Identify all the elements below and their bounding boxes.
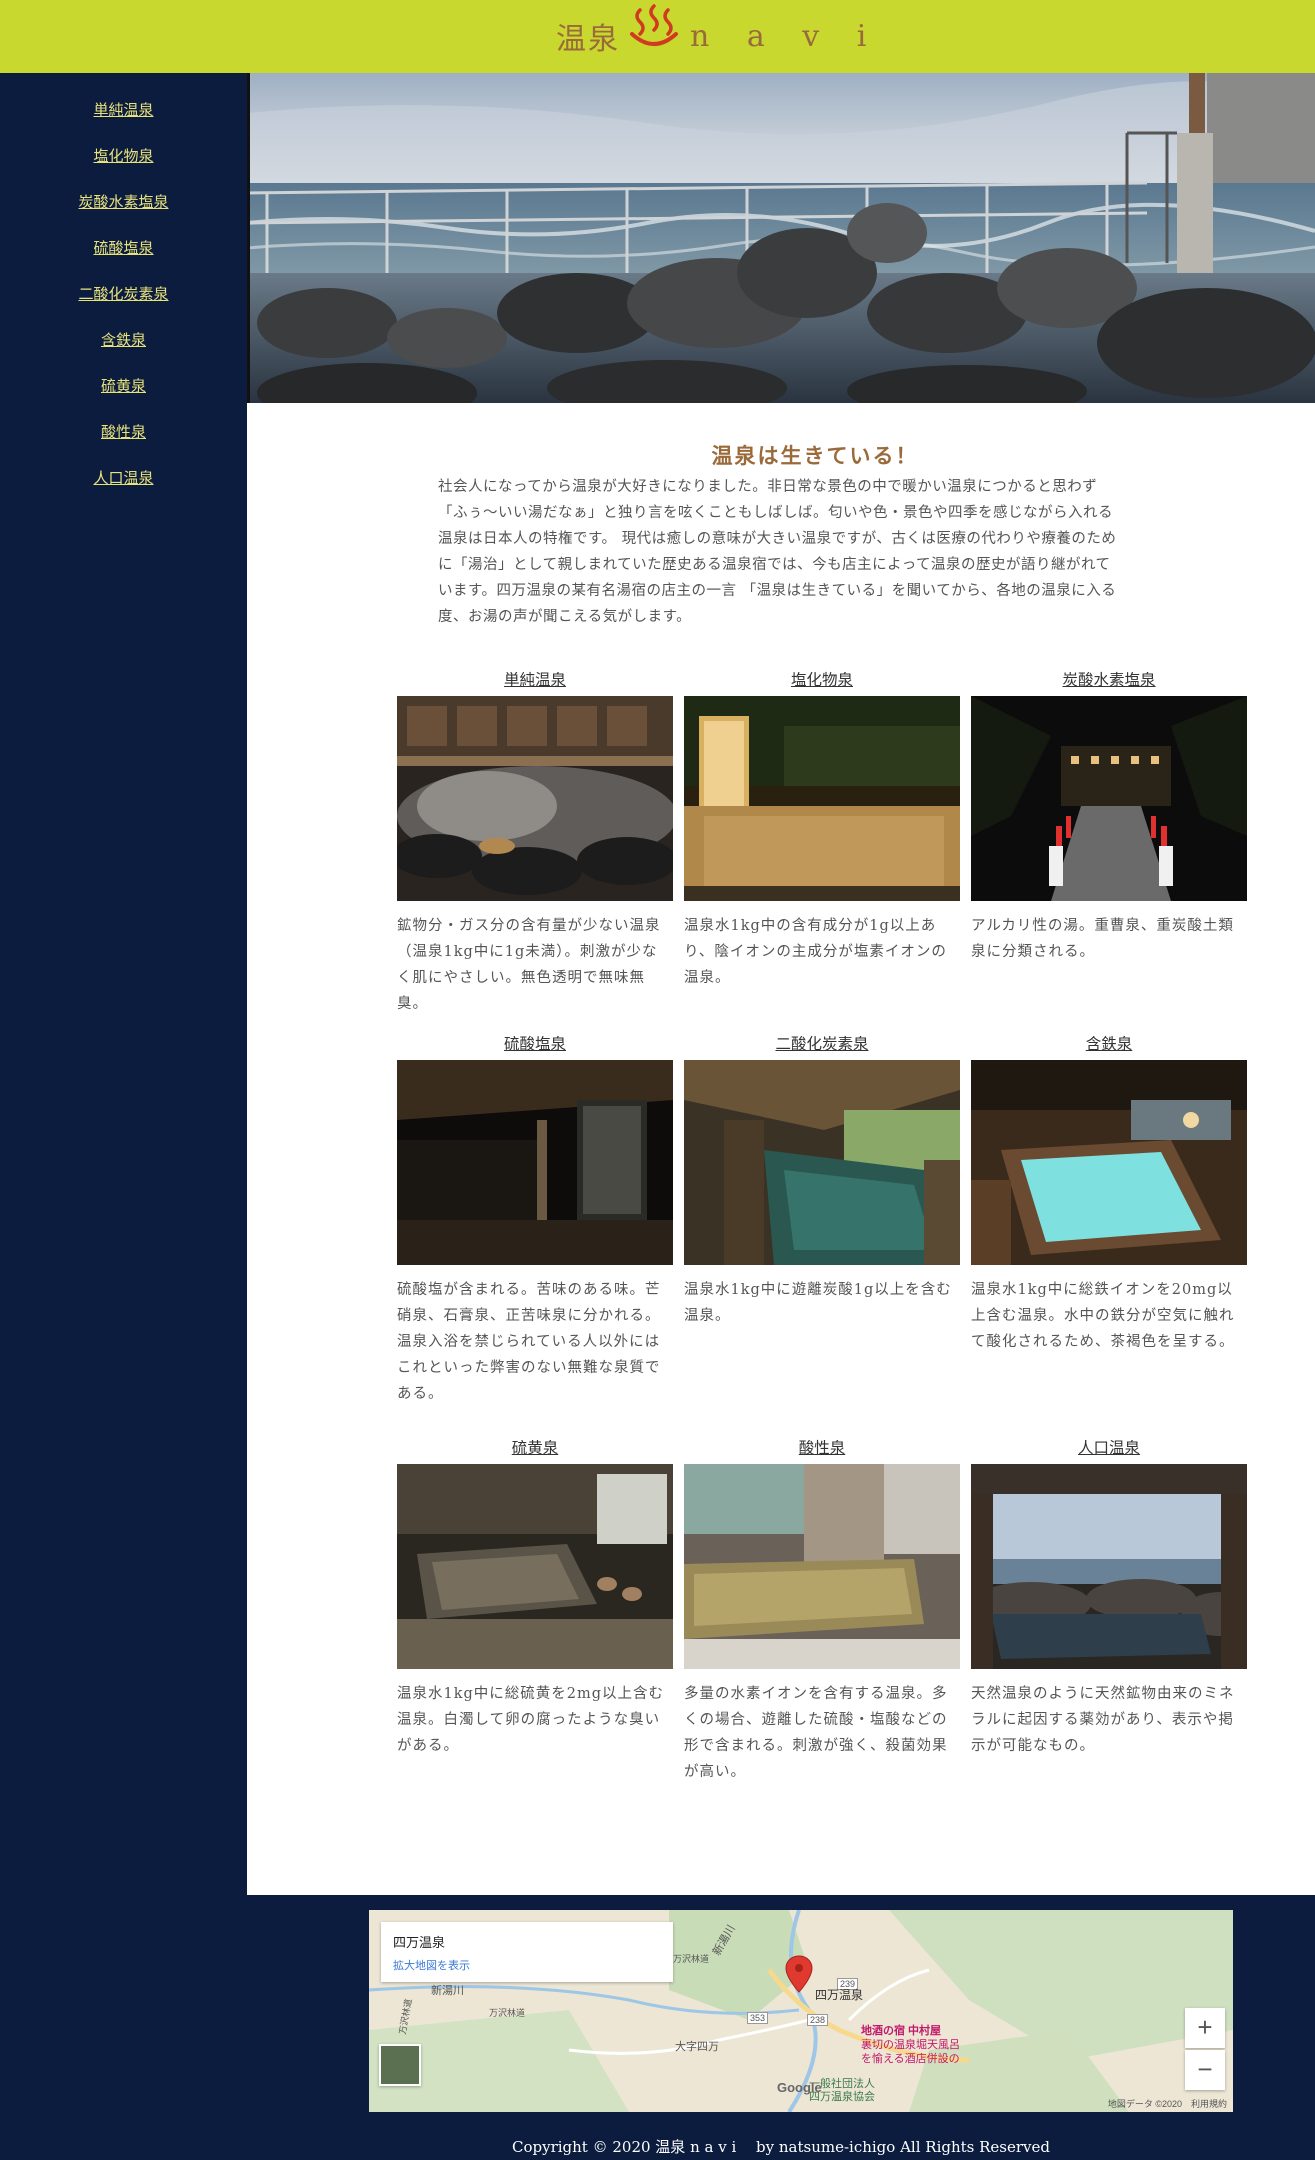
blue-lit-wooden-tub-photo[interactable] <box>971 1060 1247 1265</box>
sidebar-link[interactable]: 炭酸水素塩泉 <box>78 193 168 211</box>
spring-title-link[interactable]: 硫酸塩泉 <box>397 1032 673 1056</box>
spring-description: 硫酸塩が含まれる。苦味のある味。芒硝泉、石膏泉、正苦味泉に分かれる。温泉入浴を禁… <box>397 1282 661 1402</box>
spring-title-link[interactable]: 二酸化炭素泉 <box>684 1032 960 1056</box>
spring-title-link[interactable]: 人口温泉 <box>971 1436 1247 1460</box>
site-header: 温泉 n a v i <box>0 0 1315 73</box>
sidebar-link[interactable]: 単純温泉 <box>93 101 153 119</box>
site-logo[interactable]: 温泉 n a v i <box>556 4 881 66</box>
sidebar-link[interactable]: 人口温泉 <box>93 469 153 487</box>
sidebar-item-nisanka: 二酸化炭素泉 <box>0 283 247 329</box>
poi-name: 地酒の宿 中村屋 <box>861 2025 942 2037</box>
wooden-roof-outdoor-bath-photo[interactable] <box>684 1060 960 1265</box>
sidebar-item-ryusanen: 硫酸塩泉 <box>0 237 247 283</box>
spring-card: 炭酸水素塩泉 アルカリ性の湯。重曹泉、重炭酸土類泉に分類される。 <box>971 668 1247 965</box>
sidebar-item-tansansuiso: 炭酸水素塩泉 <box>0 191 247 237</box>
zoom-out-button[interactable]: − <box>1185 2050 1225 2090</box>
sidebar-link[interactable]: 硫酸塩泉 <box>93 239 153 257</box>
stone-indoor-bath-photo[interactable] <box>397 1464 673 1669</box>
map-pin-label: 四万温泉 <box>815 1988 864 2002</box>
seaside-rock-bath-photo <box>247 73 1315 403</box>
spring-description: 温泉水1kg中に総硫黄を2mg以上含む温泉。白濁して卵の腐ったような臭いがある。 <box>397 1686 665 1754</box>
map-place-name: 四万温泉 <box>393 1935 446 1950</box>
spring-description: 温泉水1kg中に総鉄イオンを20mg以上含む温泉。水中の鉄分が空気に触れて酸化さ… <box>971 1282 1235 1350</box>
google-logo: Google <box>777 2080 822 2095</box>
spring-title-link[interactable]: 炭酸水素塩泉 <box>971 668 1247 692</box>
tiled-indoor-bath-photo[interactable] <box>684 1464 960 1669</box>
sidebar-item-jinko: 人口温泉 <box>0 467 247 513</box>
intro-title: 温泉は生きている！ <box>711 443 919 468</box>
route-marker: 353 <box>747 2012 769 2024</box>
dark-wooden-bath-photo[interactable] <box>397 1060 673 1265</box>
district-label: 大字四万 <box>675 2041 719 2053</box>
sidebar-item-io: 硫黄泉 <box>0 375 247 421</box>
spring-card: 二酸化炭素泉 温泉水1kg中に遊離炭酸1g以上を含む温泉。 <box>684 1032 960 1329</box>
road-label: 万沢林道 <box>489 2008 526 2018</box>
spring-description: 多量の水素イオンを含有する温泉。多くの場合、遊離した硫酸・塩酸などの形で含まれる… <box>684 1686 948 1780</box>
hero-photo <box>247 73 1315 403</box>
enlarge-map-link[interactable]: 拡大地図を表示 <box>393 1957 470 1973</box>
spring-description: 温泉水1kg中の含有成分が1g以上あり、陰イオンの主成分が塩素イオンの温泉。 <box>684 918 947 986</box>
spring-card: 人口温泉 天然温泉のように天然鉱物由来のミネラルに起因する薬効があり、表示や掲示… <box>971 1436 1247 1759</box>
spring-description: アルカリ性の湯。重曹泉、重炭酸土類泉に分類される。 <box>971 918 1234 960</box>
spring-card: 塩化物泉 温泉水1kg中の含有成分が1g以上あり、陰イオンの主成分が塩素イオンの… <box>684 668 960 991</box>
route-marker: 238 <box>807 2014 829 2026</box>
spring-title-link[interactable]: 硫黄泉 <box>397 1436 673 1460</box>
poi-line: 裏切の温泉堀天風呂 <box>861 2039 960 2051</box>
sidebar-link[interactable]: 酸性泉 <box>101 423 146 441</box>
poi-line: を愉える酒店併設の <box>861 2053 960 2065</box>
sidebar-link[interactable]: 塩化物泉 <box>93 147 153 165</box>
spring-title-link[interactable]: 単純温泉 <box>397 668 673 692</box>
satellite-toggle-button[interactable] <box>379 2044 421 2086</box>
sidebar-extension <box>0 1895 247 2160</box>
spring-description: 鉱物分・ガス分の含有量が少ない温泉（温泉1kg中に1g未満）。刺激が少なく肌にや… <box>397 918 661 1012</box>
copyright-footer: Copyright © 2020 温泉 n a v i by natsume-i… <box>511 2138 1050 2156</box>
onsen-icon <box>630 4 678 46</box>
spring-card: 含鉄泉 温泉水1kg中に総鉄イオンを20mg以上含む温泉。水中の鉄分が空気に触れ… <box>971 1032 1247 1355</box>
sidebar-nav: 単純温泉 塩化物泉 炭酸水素塩泉 硫酸塩泉 二酸化炭素泉 含鉄泉 硫黄泉 酸性泉… <box>0 73 247 2160</box>
night-lantern-bridge-photo[interactable] <box>971 696 1247 901</box>
sidebar-item-gantetsu: 含鉄泉 <box>0 329 247 375</box>
ocean-view-rock-bath-photo[interactable] <box>971 1464 1247 1669</box>
misty-indoor-bath-photo[interactable] <box>397 696 673 901</box>
sidebar-item-sansei: 酸性泉 <box>0 421 247 467</box>
sidebar-link[interactable]: 硫黄泉 <box>101 377 146 395</box>
sidebar-item-tanjun: 単純温泉 <box>0 99 247 145</box>
google-map[interactable]: 四万温泉 拡大地図を表示 新湯川 新湯川 万沢林道 万沢林道 万沢林道 大字四万… <box>369 1910 1233 2112</box>
spring-title-link[interactable]: 含鉄泉 <box>971 1032 1247 1056</box>
spring-title-link[interactable]: 酸性泉 <box>684 1436 960 1460</box>
road-label: 万沢林道 <box>673 1954 710 1964</box>
map-info-card: 四万温泉 拡大地図を表示 <box>381 1922 673 1982</box>
logo-text: 温泉 <box>556 22 620 57</box>
spring-description: 温泉水1kg中に遊離炭酸1g以上を含む温泉。 <box>684 1282 952 1324</box>
logo-text-navi: n a v i <box>690 18 881 54</box>
map-attribution[interactable]: 地図データ ©2020 利用規約 <box>1108 2097 1227 2110</box>
map-poi-label[interactable]: 地酒の宿 中村屋 裏切の温泉堀天風呂 を愉える酒店併設の <box>861 2024 960 2066</box>
spring-title-link[interactable]: 塩化物泉 <box>684 668 960 692</box>
intro-text: 社会人になってから温泉が大好きになりました。非日常な景色の中で暖かい温泉につかる… <box>438 479 1117 625</box>
night-lit-outdoor-bath-photo[interactable] <box>684 696 960 901</box>
zoom-in-button[interactable]: + <box>1185 2008 1225 2048</box>
spring-description: 天然温泉のように天然鉱物由来のミネラルに起因する薬効があり、表示や掲示が可能なも… <box>971 1686 1235 1754</box>
river-label: 新湯川 <box>431 1985 464 1997</box>
spring-card: 硫黄泉 温泉水1kg中に総硫黄を2mg以上含む温泉。白濁して卵の腐ったような臭い… <box>397 1436 673 1759</box>
sidebar-link[interactable]: 含鉄泉 <box>101 331 146 349</box>
spring-card: 酸性泉 多量の水素イオンを含有する温泉。多くの場合、遊離した硫酸・塩酸などの形で… <box>684 1436 960 1785</box>
sidebar-link[interactable]: 二酸化炭素泉 <box>78 285 168 303</box>
sidebar-item-enkabutsu: 塩化物泉 <box>0 145 247 191</box>
spring-card: 硫酸塩泉 硫酸塩が含まれる。苦味のある味。芒硝泉、石膏泉、正苦味泉に分かれる。温… <box>397 1032 673 1407</box>
spring-card: 単純温泉 鉱物分・ガス分の含有量が少ない温泉（温泉1kg中に1g未満）。刺激が少… <box>397 668 673 1017</box>
